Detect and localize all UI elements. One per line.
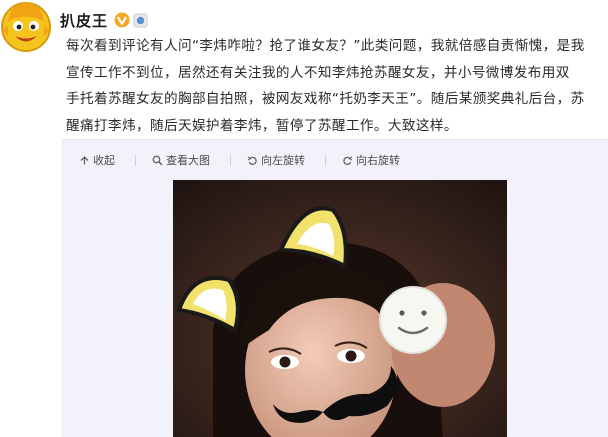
post-text-line: 手托着苏醒女友的胸部自拍照，被网友戏称“托奶李天王”。随后某颁奖典礼后台，苏 [66,91,585,107]
post-text-line: 每次看到评论有人问“李炜咋啦？抢了谁女友？”此类问题，我就倍感自责惭愧，是我 [66,38,585,54]
rotate-right-button[interactable]: 向右旋转 [342,152,400,168]
post-photo[interactable] [173,180,507,437]
collapse-button[interactable]: 收起 [79,152,115,168]
username-link[interactable]: 扒皮王 [60,10,108,31]
rotate-right-icon [343,155,353,165]
collapse-label: 收起 [93,154,115,167]
image-toolbar: 收起 查看大图 向左旋转 向右旋转 [63,140,420,180]
verified-icon [114,12,130,28]
view-large-label: 查看大图 [166,154,210,167]
toolbar-divider [325,154,326,166]
rotate-left-icon [247,155,257,165]
toolbar-divider [230,154,231,166]
post-text: 每次看到评论有人问“李炜咋啦？抢了谁女友？”此类问题，我就倍感自责惭愧，是我 宣… [66,33,608,139]
media-panel: 收起 查看大图 向左旋转 向右旋转 [62,139,608,437]
toolbar-divider [135,154,136,166]
badge-icon[interactable] [133,12,148,28]
rotate-right-label: 向右旋转 [356,154,400,167]
post-header: 扒皮王 [60,9,148,31]
rotate-left-button[interactable]: 向左旋转 [247,152,305,168]
collapse-icon [80,155,89,164]
post-text-line: 宣传工作不到位，居然还有关注我的人不知李炜抢苏醒女友，并小号微博发布用双 [66,64,570,81]
magnifier-icon [152,155,163,165]
view-large-button[interactable]: 查看大图 [152,152,210,168]
rotate-left-label: 向左旋转 [261,154,305,167]
post-text-line: 醒痛打李炜，随后天娱护着李炜，暂停了苏醒工作。大致这样。 [66,117,458,134]
avatar[interactable] [0,0,52,52]
